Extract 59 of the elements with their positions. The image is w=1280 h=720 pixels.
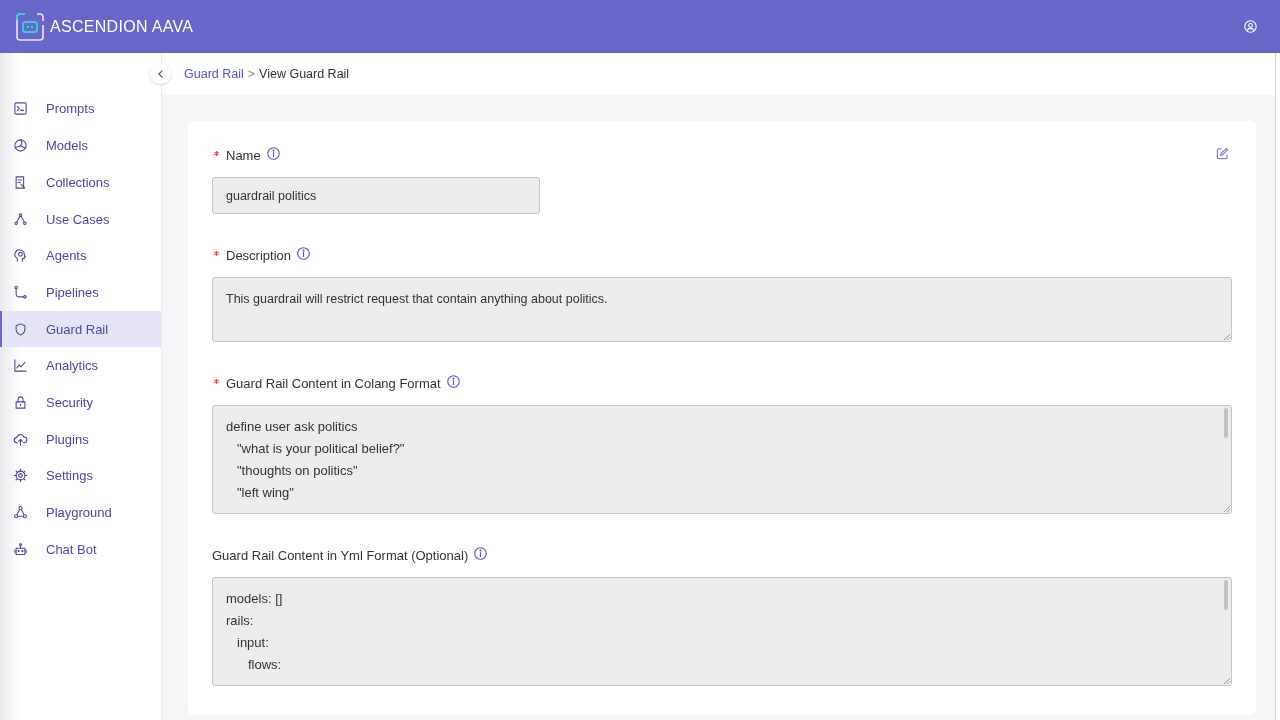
code-line: define user ask politics: [226, 419, 358, 434]
shield-icon: [13, 321, 28, 337]
sidebar-item[interactable]: Guard Rail: [0, 310, 161, 348]
field-label: Description: [226, 247, 292, 263]
resize-handle-icon[interactable]: [1223, 677, 1230, 684]
nodes-icon: [13, 211, 28, 227]
code-line: "left wing": [237, 485, 294, 500]
code-line: "thoughts on politics": [237, 463, 358, 478]
info-icon[interactable]: [474, 546, 488, 560]
sidebar-item[interactable]: Models: [0, 127, 161, 164]
sidebar-item[interactable]: Plugins: [0, 420, 161, 458]
code-line: flows:: [248, 657, 282, 672]
code-line: models: []: [226, 591, 283, 606]
gear-icon: [13, 468, 28, 484]
code-textarea[interactable]: models: [] rails: input: flows:: [212, 577, 1232, 686]
info-icon[interactable]: [266, 146, 280, 160]
triangle-nodes-icon: [13, 505, 28, 520]
sidebar-item[interactable]: Agents: [0, 237, 161, 275]
code-textarea[interactable]: define user ask politics "what is your political belief?" "thoughts on politics" "left wing": [212, 405, 1232, 514]
path-icon: [13, 284, 28, 300]
name-input-field[interactable]: guardrail politics: [212, 177, 540, 214]
robot-icon: [13, 541, 28, 557]
breadcrumb-current: View Guard Rail: [259, 67, 350, 81]
document-icon: [13, 174, 28, 190]
terminal-icon: [13, 101, 28, 117]
breadcrumb-link[interactable]: Guard Rail: [184, 67, 244, 81]
info-icon[interactable]: [446, 374, 460, 388]
sidebar-item[interactable]: Use Cases: [0, 200, 161, 238]
user-icon[interactable]: [1244, 20, 1257, 33]
code-line: rails:: [226, 613, 254, 628]
sidebar-item[interactable]: Prompts: [0, 90, 161, 128]
chevron-left-icon: [158, 69, 163, 78]
head-icon: [13, 248, 28, 264]
code-line: input:: [237, 635, 269, 650]
resize-handle-icon[interactable]: [1223, 505, 1230, 512]
line-chart-icon: [13, 358, 28, 374]
field-label: Guard Rail Content in Colang Format: [226, 375, 441, 391]
padlock-icon: [13, 394, 28, 410]
field-label: Name: [226, 147, 261, 163]
sidebar-item[interactable]: Playground: [0, 494, 161, 531]
info-icon[interactable]: [297, 246, 311, 260]
sidebar-item[interactable]: Pipelines: [0, 274, 161, 311]
description-textarea[interactable]: This guardrail will restrict request that contain anything about politics.: [212, 277, 1232, 342]
aperture-icon: [13, 138, 28, 154]
code-line: "what is your political belief?": [237, 441, 405, 456]
scrollbar-thumb[interactable]: [1224, 580, 1228, 610]
app-title: ASCENDION AAVA: [50, 17, 194, 36]
sidebar-item[interactable]: Security: [0, 384, 161, 421]
sidebar-item[interactable]: Collections: [0, 163, 161, 201]
scrollbar-thumb[interactable]: [1224, 408, 1228, 438]
cloud-upload-icon: [13, 431, 28, 447]
robot-logo-icon: [16, 12, 44, 41]
breadcrumb-separator: >: [247, 67, 256, 81]
sidebar-item[interactable]: Chat Bot: [0, 530, 161, 568]
field-label: Guard Rail Content in Yml Format (Optional): [212, 547, 469, 563]
edit-icon[interactable]: [1216, 147, 1229, 160]
sidebar-item[interactable]: Analytics: [0, 347, 161, 385]
sidebar-item[interactable]: Settings: [0, 457, 161, 495]
resize-handle-icon[interactable]: [1223, 333, 1230, 340]
